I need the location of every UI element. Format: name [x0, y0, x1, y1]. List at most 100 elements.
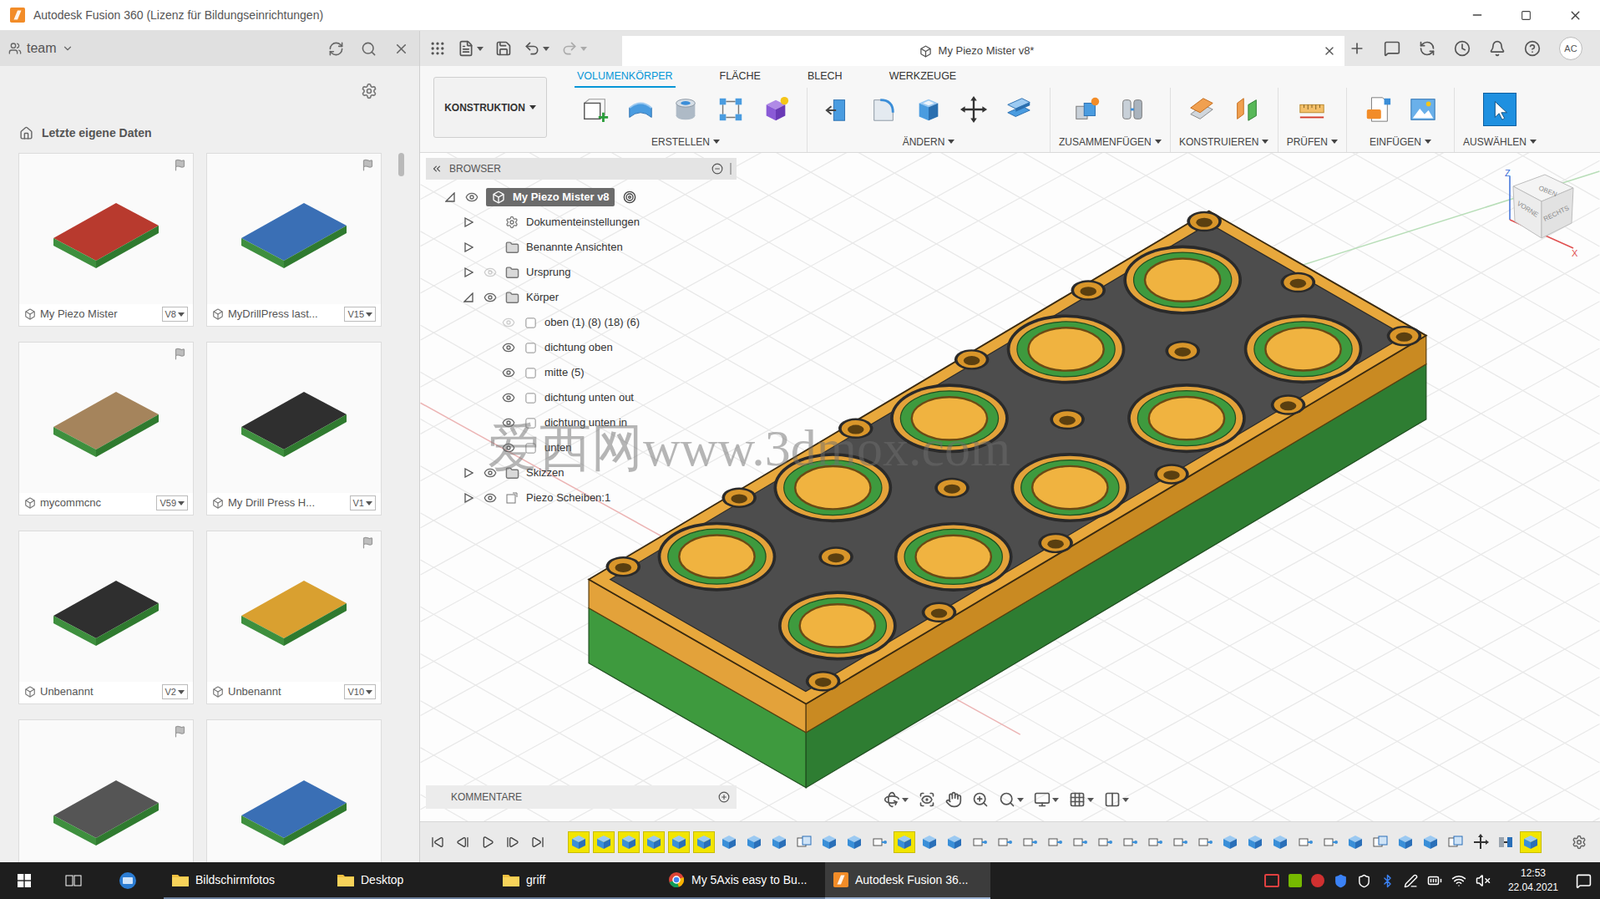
tray-defender-icon[interactable] [1356, 873, 1372, 888]
data-panel-toggle-icon[interactable] [429, 40, 446, 57]
project-selector[interactable]: team [26, 38, 57, 59]
visibility-eye-icon[interactable] [501, 415, 516, 430]
timeline-start-icon[interactable] [430, 835, 445, 849]
project-dropdown-icon[interactable] [61, 42, 74, 55]
browser-node[interactable]: Ursprung [425, 259, 737, 285]
screw-hole[interactable] [606, 556, 642, 577]
screw-hole[interactable] [805, 670, 841, 691]
start-button[interactable] [0, 861, 49, 899]
battery-icon[interactable] [1427, 872, 1443, 888]
close-tab-icon[interactable] [1322, 44, 1337, 58]
timeline-feature[interactable] [916, 829, 942, 855]
taskbar-item[interactable]: Desktop [329, 861, 495, 899]
browser-node[interactable]: dichtung unten out [425, 384, 737, 411]
timeline-feature[interactable] [1443, 829, 1469, 855]
file-card[interactable]: My Piezo MisterV8 [18, 152, 194, 327]
canvas[interactable]: ZXOBENVORNERECHTSBROWSERMy Piezo Mister … [420, 152, 1600, 821]
look-at-icon[interactable] [918, 790, 936, 808]
visibility-eye-icon[interactable] [465, 190, 479, 204]
settings-icon[interactable] [360, 82, 378, 100]
timeline-feature[interactable] [1342, 829, 1368, 855]
group-label[interactable]: EINFÜGEN [1369, 134, 1432, 150]
pen-icon[interactable] [1403, 873, 1418, 888]
timeline-feature[interactable] [1192, 829, 1218, 855]
group-label[interactable]: ERSTELLEN [651, 134, 720, 150]
version-dropdown[interactable]: V2 [162, 683, 188, 700]
screw-hole[interactable] [1387, 325, 1423, 346]
minimize-browser-icon[interactable] [711, 162, 724, 175]
visibility-eye-icon[interactable] [501, 365, 516, 380]
screw-hole[interactable] [1049, 409, 1085, 430]
piezo-hole[interactable] [1123, 245, 1242, 315]
tool-button[interactable] [1179, 92, 1225, 127]
timeline-play-icon[interactable] [481, 835, 495, 849]
browser-node[interactable]: Skizzen [425, 460, 737, 486]
close-button[interactable] [1550, 0, 1600, 31]
visibility-eye-icon[interactable] [501, 315, 516, 330]
browser-node[interactable]: Dokumenteinstellungen [425, 209, 737, 235]
timeline-feature[interactable] [1392, 829, 1418, 855]
flag-icon[interactable] [361, 536, 375, 549]
timeline-feature[interactable] [1167, 829, 1193, 855]
file-card[interactable] [18, 718, 194, 862]
screw-hole[interactable] [1154, 463, 1190, 484]
taskbar-item[interactable]: My 5Axis easy to Bu... [659, 861, 826, 899]
file-card[interactable]: UnbenanntV2 [18, 530, 194, 704]
browser-node[interactable]: Piezo Scheiben:1 [425, 485, 737, 511]
collapsed-icon[interactable] [463, 267, 474, 278]
group-label[interactable]: ÄNDERN [902, 134, 956, 150]
file-menu-icon[interactable] [457, 40, 475, 57]
timeline-feature[interactable] [816, 829, 842, 855]
collapsed-icon[interactable] [463, 492, 474, 503]
screw-hole[interactable] [934, 477, 970, 498]
screw-hole[interactable] [954, 349, 990, 370]
timeline-previous-icon[interactable] [455, 835, 470, 849]
visibility-eye-icon[interactable] [501, 340, 516, 355]
timeline-end-icon[interactable] [531, 835, 545, 849]
group-label[interactable]: KONSTRUIEREN [1179, 134, 1269, 150]
expanded-icon[interactable] [445, 192, 456, 203]
piezo-hole[interactable] [890, 383, 1009, 453]
timeline-feature[interactable] [1242, 829, 1268, 855]
timeline-feature[interactable] [941, 829, 968, 855]
workspace-dropdown[interactable]: KONSTRUKTION [433, 76, 547, 138]
ribbon-tab[interactable]: VOLUMENKÖRPER [574, 68, 676, 88]
tool-button[interactable] [617, 92, 664, 127]
grid-settings-icon[interactable] [1068, 790, 1086, 808]
timeline-feature[interactable] [1367, 829, 1393, 855]
timeline-feature[interactable] [1417, 829, 1444, 855]
browser-node[interactable]: unten [425, 435, 737, 461]
document-tab[interactable]: My Piezo Mister v8* [622, 35, 1345, 66]
tool-button[interactable] [753, 92, 799, 127]
tool-button[interactable] [708, 92, 754, 127]
scrollbar[interactable] [398, 152, 405, 862]
visibility-eye-icon[interactable] [501, 390, 516, 405]
timeline-feature[interactable] [766, 829, 792, 855]
timeline-next-icon[interactable] [506, 835, 520, 849]
home-icon[interactable] [19, 126, 34, 141]
flag-icon[interactable] [361, 158, 375, 172]
tool-button[interactable] [996, 92, 1042, 127]
taskbar-item[interactable]: Autodesk Fusion 36... [825, 861, 991, 899]
file-card[interactable] [206, 718, 382, 862]
timeline-feature[interactable] [741, 829, 767, 855]
screw-hole[interactable] [838, 418, 874, 439]
version-dropdown[interactable]: V10 [344, 683, 376, 700]
screw-hole[interactable] [921, 602, 957, 623]
job-status-icon[interactable] [1383, 40, 1401, 57]
tool-button[interactable] [906, 92, 952, 127]
version-dropdown[interactable]: V59 [156, 495, 188, 512]
pan-icon[interactable] [945, 790, 963, 808]
file-card[interactable]: UnbenanntV10 [206, 530, 382, 704]
timeline-feature[interactable] [1092, 829, 1118, 855]
screw-hole[interactable] [1186, 211, 1222, 232]
version-dropdown[interactable]: V1 [349, 495, 376, 512]
ribbon-tab[interactable]: BLECH [805, 68, 846, 88]
browser-node[interactable]: dichtung oben [425, 334, 737, 360]
notifications-icon[interactable] [1488, 40, 1506, 57]
browser-node[interactable]: mitte (5) [425, 359, 737, 385]
piezo-hole[interactable] [894, 521, 1013, 592]
add-comment-icon[interactable] [718, 790, 730, 803]
taskbar-item[interactable]: Bildschirmfotos [163, 861, 330, 899]
collapsed-icon[interactable] [463, 467, 474, 478]
